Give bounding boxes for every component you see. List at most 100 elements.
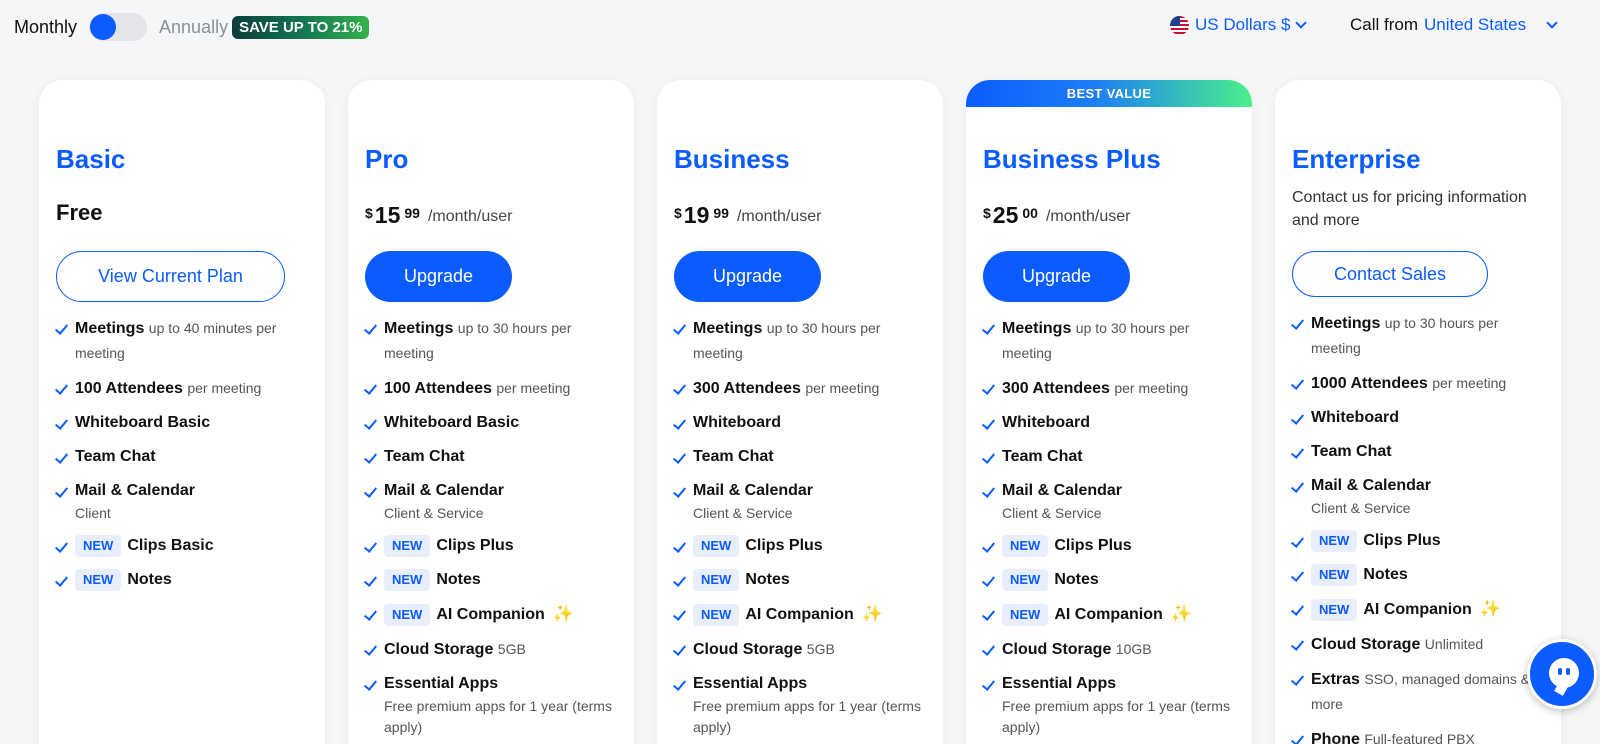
new-badge: NEW — [75, 569, 122, 591]
check-icon — [672, 642, 687, 656]
check-icon — [363, 321, 378, 335]
check-icon — [54, 321, 69, 335]
new-badge: NEW — [1311, 599, 1358, 621]
feature-name: Notes — [745, 571, 790, 588]
feature-item: NEW Notes — [981, 568, 1243, 592]
check-icon — [54, 539, 69, 553]
feature-subline: Client & Service — [1311, 500, 1411, 516]
feature-name: Essential Apps — [693, 675, 808, 692]
plan-card-basic: Basic Free View Current Plan Meetings up to… — [39, 80, 325, 744]
monthly-label[interactable]: Monthly — [14, 17, 77, 38]
view-current-plan-button[interactable]: View Current Plan — [56, 251, 285, 302]
new-badge: NEW — [75, 535, 122, 557]
feature-name: Cloud Storage — [1002, 641, 1112, 658]
feature-detail: per meeting — [1114, 380, 1189, 396]
check-icon — [981, 381, 996, 395]
feature-item: Cloud Storage Unlimited — [1290, 632, 1552, 657]
check-icon — [672, 321, 687, 335]
billing-toggle[interactable] — [89, 13, 148, 41]
check-icon — [672, 484, 687, 498]
feature-name: Mail & Calendar — [75, 482, 196, 499]
feature-item: 100 Attendees per meeting — [363, 376, 625, 401]
call-from-selector[interactable]: Call from United States — [1350, 15, 1558, 35]
feature-item: Whiteboard — [981, 411, 1243, 435]
upgrade-button[interactable]: Upgrade — [983, 251, 1130, 302]
feature-item: NEW Notes — [54, 568, 316, 592]
feature-detail: per meeting — [805, 380, 880, 396]
check-icon — [363, 607, 378, 621]
plan-price: $19 99/month/user — [674, 202, 821, 229]
feature-item: 300 Attendees per meeting — [672, 376, 934, 401]
price-currency: $ — [983, 205, 991, 221]
feature-item: Extras SSO, managed domains & more — [1290, 667, 1552, 717]
feature-name: Clips Plus — [745, 537, 823, 554]
feature-item: Mail & Calendar Client & Service — [672, 479, 934, 524]
call-from-country[interactable]: United States — [1424, 15, 1526, 35]
contact-sales-button[interactable]: Contact Sales — [1292, 251, 1488, 297]
plan-card-enterprise: Enterprise Contact us for pricing informa… — [1275, 80, 1561, 744]
feature-name: Phone — [1311, 731, 1360, 744]
check-icon — [672, 416, 687, 430]
feature-item: Whiteboard Basic — [363, 411, 625, 435]
price-currency: $ — [365, 205, 373, 221]
new-badge: NEW — [693, 535, 740, 557]
currency-selector[interactable]: US Dollars $ — [1170, 15, 1308, 35]
check-icon — [363, 484, 378, 498]
check-icon — [363, 450, 378, 464]
feature-name: Essential Apps — [1002, 675, 1117, 692]
price-cents: 00 — [1022, 205, 1038, 221]
plan-name: Business — [674, 144, 790, 174]
feature-list: Meetings up to 30 hours per meeting 1000 … — [1290, 311, 1552, 744]
check-icon — [981, 416, 996, 430]
feature-subline: Client — [75, 505, 111, 521]
upgrade-button[interactable]: Upgrade — [674, 251, 821, 302]
feature-name: Clips Plus — [1363, 532, 1441, 549]
upgrade-button[interactable]: Upgrade — [365, 251, 512, 302]
feature-item: 300 Attendees per meeting — [981, 376, 1243, 401]
feature-item: Mail & Calendar Client — [54, 479, 316, 524]
feature-name: AI Companion — [745, 606, 854, 623]
feature-name: Meetings — [693, 320, 763, 337]
feature-name: Whiteboard Basic — [75, 414, 211, 431]
feature-item: Team Chat — [1290, 440, 1552, 464]
check-icon — [54, 450, 69, 464]
feature-item: Phone Full-featured PBX — [1290, 727, 1552, 744]
check-icon — [981, 539, 996, 553]
feature-name: Team Chat — [693, 448, 774, 465]
feature-list: Meetings up to 30 hours per meeting 300 A… — [981, 316, 1243, 744]
feature-name: Clips Plus — [1054, 537, 1132, 554]
price-cents: 99 — [713, 205, 729, 221]
plan-price: $15 99/month/user — [365, 202, 512, 229]
feature-item: Meetings up to 30 hours per meeting — [672, 316, 934, 366]
feature-item: NEW Notes — [1290, 563, 1552, 587]
feature-name: 100 Attendees — [75, 380, 183, 397]
plan-name: Pro — [365, 144, 409, 174]
chevron-down-icon — [1295, 17, 1308, 29]
check-icon — [981, 484, 996, 498]
check-icon — [54, 416, 69, 430]
feature-name: 1000 Attendees — [1311, 375, 1428, 392]
check-icon — [54, 381, 69, 395]
feature-item: NEW Notes — [363, 568, 625, 592]
chat-assistant-button[interactable] — [1527, 639, 1597, 709]
feature-name: AI Companion — [1054, 606, 1163, 623]
check-icon — [1290, 411, 1305, 425]
annually-label[interactable]: Annually — [159, 17, 228, 38]
billing-period-toggle-group: Monthly Annually SAVE UP TO 21% — [14, 13, 370, 41]
feature-name: Clips Basic — [127, 537, 214, 554]
sparkle-icon: ✨ — [1479, 599, 1501, 618]
chat-bot-icon — [1549, 658, 1579, 688]
feature-name: Cloud Storage — [384, 641, 494, 658]
price-period: /month/user — [736, 208, 822, 225]
us-flag-icon — [1170, 15, 1189, 35]
feature-item: Team Chat — [363, 445, 625, 469]
save-badge: SAVE UP TO 21% — [232, 15, 370, 39]
new-badge: NEW — [693, 569, 740, 591]
check-icon — [363, 573, 378, 587]
feature-name: AI Companion — [436, 606, 545, 623]
feature-item: NEW Clips Plus — [981, 534, 1243, 558]
feature-detail: per meeting — [187, 380, 262, 396]
feature-name: Whiteboard Basic — [384, 414, 520, 431]
check-icon — [981, 677, 996, 691]
check-icon — [363, 381, 378, 395]
